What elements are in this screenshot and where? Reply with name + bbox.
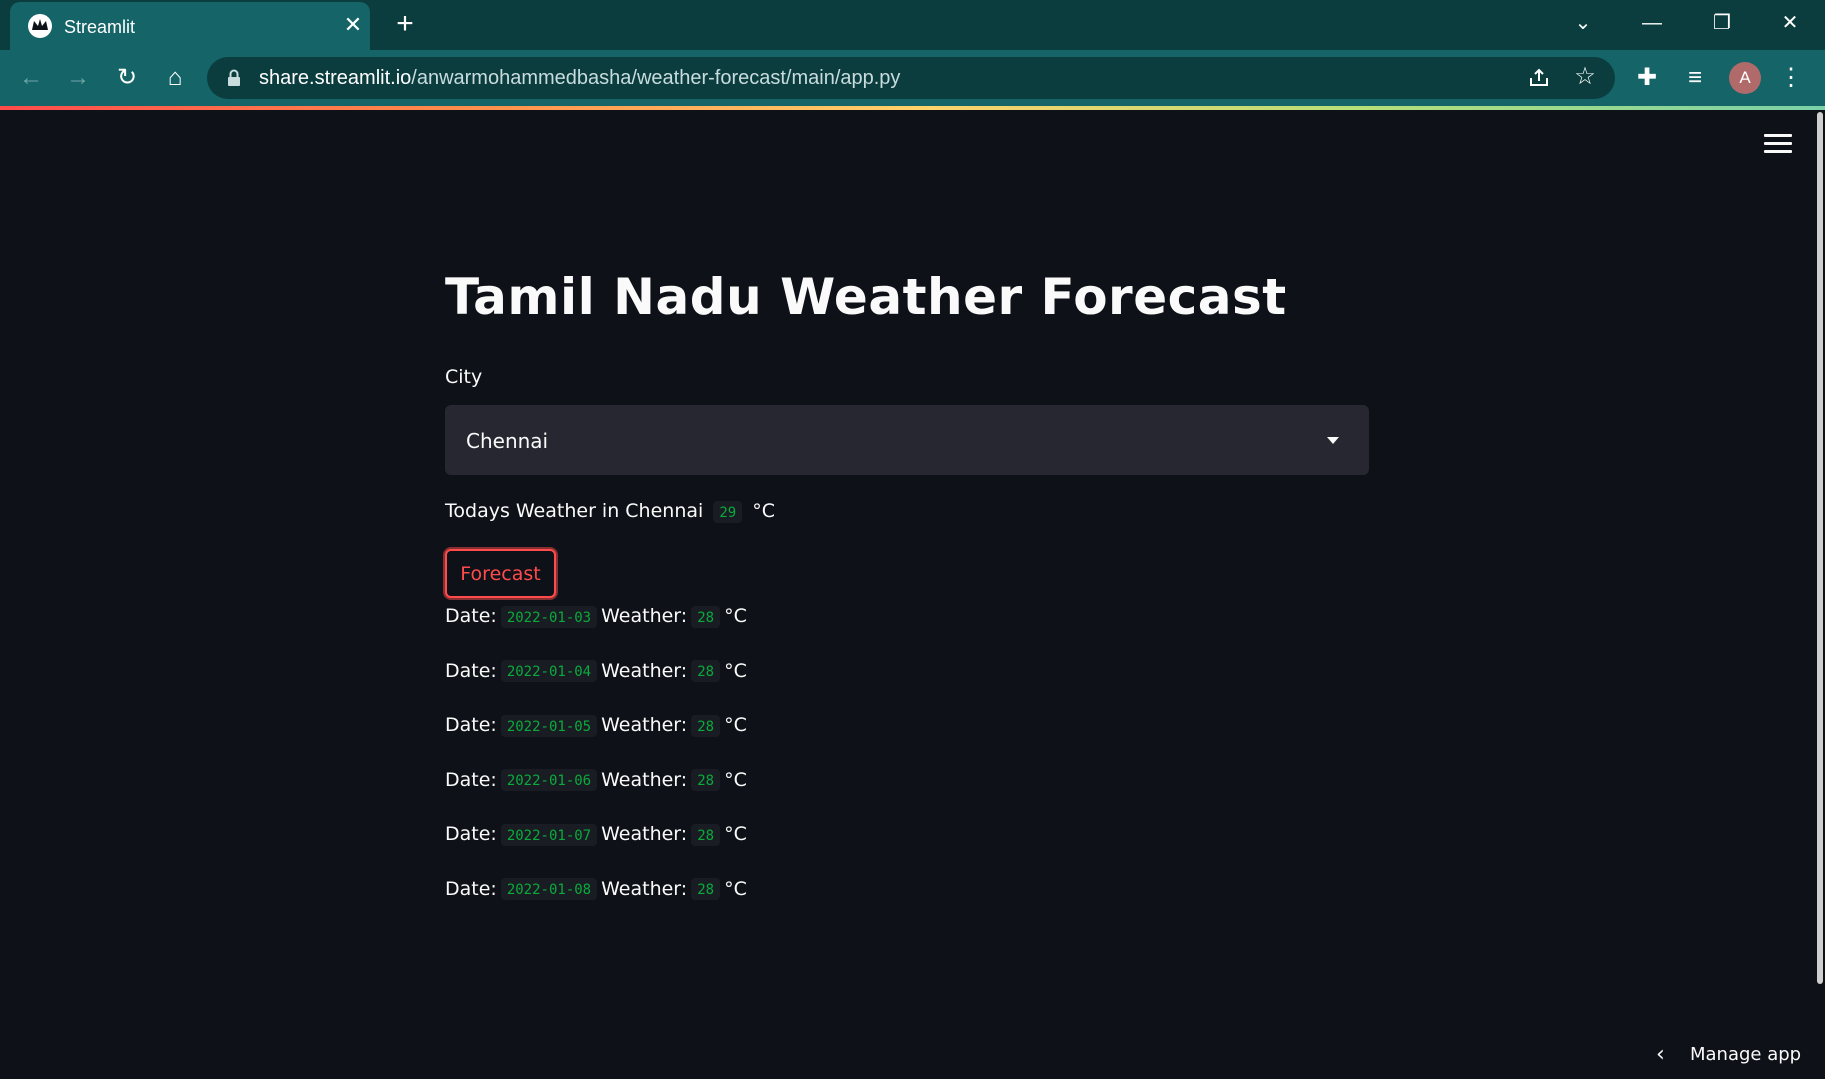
forecast-date: 2022-01-04 [500, 660, 598, 682]
address-bar[interactable]: share.streamlit.io/anwarmohammedbasha/we… [207, 57, 1615, 99]
forecast-row: Date: 2022-01-05 Weather: 28 °C [445, 714, 747, 737]
app-body: Tamil Nadu Weather Forecast City Chennai… [0, 110, 1815, 1079]
today-temp: 29 [713, 500, 743, 523]
forecast-row: Date: 2022-01-03 Weather: 28 °C [445, 605, 747, 628]
chevron-left-icon: ‹ [1656, 1042, 1665, 1067]
unit-label: °C [752, 500, 776, 522]
unit-label: °C [724, 768, 747, 791]
date-label: Date: [445, 605, 497, 627]
unit-label: °C [724, 714, 747, 736]
forecast-button[interactable]: Forecast [445, 549, 556, 598]
hamburger-icon[interactable] [1764, 134, 1792, 158]
scrollbar[interactable] [1815, 110, 1825, 1079]
plus-icon[interactable]: + [390, 9, 420, 40]
lock-icon [227, 69, 241, 92]
forecast-temp: 28 [691, 714, 721, 737]
unit-label: °C [724, 659, 747, 682]
page-title: Tamil Nadu Weather Forecast [445, 268, 1287, 326]
weather-label: Weather: [601, 659, 688, 682]
manage-app-label: Manage app [1690, 1044, 1802, 1065]
scrollbar-thumb[interactable] [1817, 112, 1823, 984]
star-icon[interactable]: ☆ [1571, 63, 1599, 91]
chevron-down-icon[interactable]: ⌄ [1563, 8, 1603, 38]
weather-label: Weather: [601, 605, 688, 627]
city-label: City [445, 366, 483, 388]
back-arrow-icon[interactable]: ← [15, 62, 47, 94]
forecast-row: Date: 2022-01-06 Weather: 28 °C [445, 768, 747, 791]
share-icon[interactable] [1527, 66, 1551, 90]
window-close-icon[interactable]: ✕ [1770, 8, 1810, 38]
forecast-temp: 28 [691, 769, 721, 791]
weather-label: Weather: [601, 823, 688, 845]
media-icon[interactable]: ≡ [1679, 62, 1711, 94]
forecast-date: 2022-01-05 [500, 714, 598, 737]
forecast-temp: 28 [691, 605, 721, 628]
forecast-date: 2022-01-06 [500, 769, 598, 791]
streamlit-favicon [28, 14, 52, 38]
extensions-icon[interactable]: ✚ [1631, 62, 1663, 94]
today-weather-text: Todays Weather in Chennai [445, 500, 704, 522]
date-label: Date: [445, 877, 497, 900]
browser-tab-bar: Streamlit ✕ + ⌄ — ❐ ✕ [0, 0, 1825, 50]
forecast-temp: 28 [691, 660, 721, 682]
unit-label: °C [724, 605, 747, 627]
chevron-down-icon [1327, 437, 1339, 444]
avatar[interactable]: A [1729, 62, 1761, 94]
restore-icon[interactable]: ❐ [1702, 8, 1742, 38]
forecast-row: Date: 2022-01-04 Weather: 28 °C [445, 659, 747, 682]
unit-label: °C [724, 823, 747, 845]
browser-toolbar: ← → ↻ ⌂ share.streamlit.io/anwarmohammed… [0, 50, 1825, 106]
forecast-date: 2022-01-08 [500, 878, 598, 900]
forecast-temp: 28 [691, 878, 721, 900]
url-host: share.streamlit.io [259, 67, 412, 89]
forecast-date: 2022-01-03 [500, 605, 598, 628]
close-icon[interactable]: ✕ [340, 12, 366, 38]
home-icon[interactable]: ⌂ [159, 62, 191, 94]
city-select[interactable]: Chennai [445, 405, 1369, 475]
forecast-row: Date: 2022-01-07 Weather: 28 °C [445, 823, 747, 846]
weather-label: Weather: [601, 877, 688, 900]
unit-label: °C [724, 877, 747, 900]
date-label: Date: [445, 823, 497, 845]
tab-title: Streamlit [64, 17, 136, 37]
forecast-row: Date: 2022-01-08 Weather: 28 °C [445, 877, 747, 900]
city-select-value: Chennai [466, 429, 549, 453]
url-text: share.streamlit.io/anwarmohammedbasha/we… [259, 67, 900, 90]
today-weather-line: Todays Weather in Chennai 29 °C [445, 500, 775, 523]
forecast-temp: 28 [691, 823, 721, 846]
kebab-menu-icon[interactable]: ⋮ [1775, 62, 1807, 94]
url-path: /anwarmohammedbasha/weather-forecast/mai… [411, 67, 901, 89]
date-label: Date: [445, 659, 497, 682]
forward-arrow-icon[interactable]: → [62, 62, 94, 94]
date-label: Date: [445, 714, 497, 736]
minimize-icon[interactable]: — [1632, 8, 1672, 38]
forecast-date: 2022-01-07 [500, 823, 598, 846]
reload-icon[interactable]: ↻ [111, 62, 143, 94]
browser-tab[interactable]: Streamlit ✕ [10, 2, 370, 50]
weather-label: Weather: [601, 768, 688, 791]
weather-label: Weather: [601, 714, 688, 736]
date-label: Date: [445, 768, 497, 791]
